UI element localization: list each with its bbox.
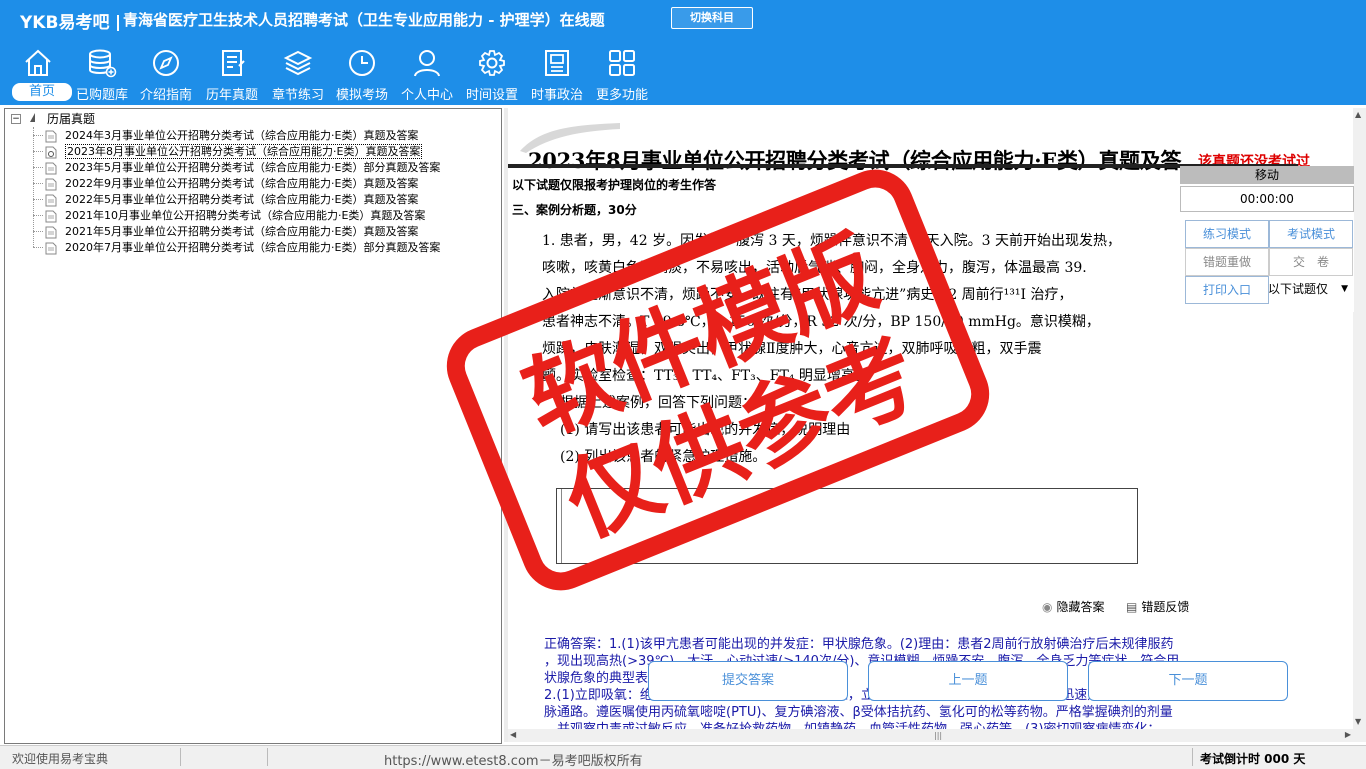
clock-icon: [349, 50, 375, 76]
error-feedback-button[interactable]: ▤ 错题反馈: [1126, 598, 1189, 615]
exam-notice: 以下试题仅限报考护理岗位的考生作答: [512, 178, 717, 192]
question-text: 1. 患者，男，42 岁。因发热、腹泻 3 天，烦躁伴意识不清 1 天入院。3 …: [542, 228, 1228, 471]
vertical-scrollbar[interactable]: ▲ ▼: [1353, 108, 1366, 742]
timer-display: 00:00:00: [1180, 186, 1354, 212]
exam-control-panel: 移动 00:00:00 练习模式 考试模式 错题重做 交 卷 打印入口 以下试题…: [1180, 166, 1354, 312]
next-question-button[interactable]: 下一题: [1088, 661, 1288, 701]
nav-personal[interactable]: 个人中心: [395, 48, 459, 103]
report-icon: ▤: [1126, 600, 1138, 614]
nav-more-label: 更多功能: [595, 88, 648, 103]
tree-collapse-icon[interactable]: −: [11, 114, 21, 124]
question-line: 根据上述案例，回答下列问题：: [560, 395, 756, 411]
app-header: YKB易考吧 青海省医疗卫生技术人员招聘考试（卫生专业应用能力 - 护理学）在线…: [0, 0, 1366, 105]
nav-current-affairs-label: 时事政治: [530, 88, 583, 103]
nav-chapter-practice-label: 章节练习: [271, 88, 324, 103]
tree-root-label: 历届真题: [47, 112, 96, 126]
exam-countdown: 考试倒计时 000 天: [1200, 752, 1306, 766]
answer-line: 正确答案：1.(1)该甲亢患者可能出现的并发症：甲状腺危象。(2)理由：患者2周…: [544, 637, 1174, 652]
document-icon: [45, 242, 57, 254]
nav-time-settings-label: 时间设置: [465, 88, 518, 103]
nav-home[interactable]: 首页: [6, 48, 72, 101]
document-icon: [45, 210, 57, 222]
question-line: 烦躁，皮肤潮湿，双眼突出，甲状腺Ⅱ度肿大，心音亢进，双肺呼吸音粗，双手震: [542, 341, 1042, 357]
nav-guide-label: 介绍指南: [139, 88, 192, 103]
practice-mode-button[interactable]: 练习模式: [1185, 220, 1269, 248]
document-icon: [45, 178, 57, 190]
tree-root-arrow-icon: [30, 113, 35, 122]
document-icon: [45, 130, 57, 142]
prev-question-button[interactable]: 上一题: [868, 661, 1068, 701]
question-line: 颤。实验室检查：TT₃、TT₄、FT₃、FT₄ 明显增高。: [542, 368, 869, 384]
database-icon: [89, 49, 117, 78]
answer-input[interactable]: [556, 488, 1138, 564]
news-icon: [545, 50, 569, 76]
nav-current-affairs[interactable]: 时事政治: [525, 48, 589, 103]
exam-tree-panel[interactable]: − 历届真题 2024年3月事业单位公开招聘分类考试（综合应用能力·E类）真题及…: [4, 108, 502, 744]
move-handle[interactable]: 移动: [1180, 166, 1354, 184]
nav-time-settings[interactable]: 时间设置: [460, 48, 524, 103]
nav-more[interactable]: 更多功能: [590, 48, 654, 103]
switch-subject-button[interactable]: 切换科目: [671, 7, 753, 29]
document-list-icon: [222, 50, 245, 76]
nav-mock-exam-label: 模拟考场: [335, 88, 388, 103]
status-bar: 欢迎使用易考宝典 https://www.etest8.com－易考吧版权所有 …: [0, 745, 1366, 769]
compass-icon: [153, 50, 179, 76]
document-icon: [45, 226, 57, 238]
question-line: 入院前逐渐意识不清，烦躁不安。既往有“甲状腺功能亢进”病史，2 周前行¹³¹I …: [542, 287, 1073, 303]
question-line: (1) 请写出该患者可能出现的并发症，说明理由: [560, 422, 851, 438]
nav-past-exams[interactable]: 历年真题: [200, 48, 264, 103]
nav-home-label: 首页: [12, 83, 72, 101]
horizontal-scrollbar[interactable]: ◀ ||| ▶: [508, 729, 1353, 742]
user-icon: [414, 50, 440, 77]
question-line: (2) 列出该患者的紧急护理措施。: [560, 449, 767, 465]
status-url: https://www.etest8.com－易考吧版权所有: [384, 754, 643, 769]
layers-icon: [283, 50, 313, 76]
app-title: 青海省医疗卫生技术人员招聘考试（卫生专业应用能力 - 护理学）在线题: [123, 11, 605, 29]
tree-item[interactable]: 2024年3月事业单位公开招聘分类考试（综合应用能力·E类）真题及答案: [33, 128, 418, 143]
print-button[interactable]: 打印入口: [1185, 276, 1269, 304]
nav-purchased[interactable]: 已购题库: [70, 48, 134, 103]
eye-icon: ◉: [1042, 600, 1053, 614]
home-icon: [25, 49, 51, 76]
document-icon: [45, 146, 57, 158]
status-welcome: 欢迎使用易考宝典: [12, 752, 109, 766]
tree-item[interactable]: 2020年7月事业单位公开招聘分类考试（综合应用能力·E类）部分真题及答案: [33, 240, 440, 255]
question-line: 咳嗽，咳黄白色黏稠痰，不易咳出，活动后气喘、胸闷，全身乏力，腹泻，体温最高 39…: [542, 260, 1087, 276]
nav-chapter-practice[interactable]: 章节练习: [266, 48, 330, 103]
question-range-select[interactable]: 以下试题仅 ▼: [1268, 276, 1352, 302]
nav-personal-label: 个人中心: [400, 88, 453, 103]
document-icon: [45, 194, 57, 206]
nav-guide[interactable]: 介绍指南: [134, 48, 198, 103]
answer-line: 脉通路。遵医嘱使用丙硫氧嘧啶(PTU)、复方碘溶液、β受体拮抗药、氢化可的松等药…: [544, 705, 1173, 720]
tree-item[interactable]: 2023年8月事业单位公开招聘分类考试（综合应用能力·E类）真题及答案: [33, 144, 423, 159]
tree-item[interactable]: 2021年10月事业单位公开招聘分类考试（综合应用能力·E类）真题及答案: [33, 208, 425, 223]
tree-item[interactable]: 2022年9月事业单位公开招聘分类考试（综合应用能力·E类）真题及答案: [33, 176, 418, 191]
question-line: 患者神志不清。T 39.8℃，P 150 次/分，R 32 次/分，BP 150…: [542, 314, 1100, 330]
dropdown-arrow-icon: ▼: [1341, 284, 1348, 294]
nav-purchased-label: 已购题库: [75, 88, 128, 103]
tree-item[interactable]: 2022年5月事业单位公开招聘分类考试（综合应用能力·E类）真题及答案: [33, 192, 418, 207]
grid-icon: [609, 50, 635, 76]
nav-mock-exam[interactable]: 模拟考场: [330, 48, 394, 103]
submit-paper-button[interactable]: 交 卷: [1269, 248, 1353, 276]
document-icon: [45, 162, 57, 174]
section-heading: 三、案例分析题，30分: [512, 203, 637, 217]
exam-mode-button[interactable]: 考试模式: [1269, 220, 1353, 248]
submit-answer-button[interactable]: 提交答案: [648, 661, 848, 701]
question-line: 1. 患者，男，42 岁。因发热、腹泻 3 天，烦躁伴意识不清 1 天入院。3 …: [542, 233, 1122, 249]
tree-item[interactable]: 2023年5月事业单位公开招聘分类考试（综合应用能力·E类）部分真题及答案: [33, 160, 440, 175]
wrong-redo-button[interactable]: 错题重做: [1185, 248, 1269, 276]
exam-title: 2023年8月事业单位公开招聘分类考试（综合应用能力·E类）真题及答: [528, 148, 1182, 173]
nav-past-exams-label: 历年真题: [205, 88, 258, 103]
gear-icon: [479, 50, 505, 76]
tree-item[interactable]: 2021年5月事业单位公开招聘分类考试（综合应用能力·E类）真题及答案: [33, 224, 418, 239]
hide-answer-button[interactable]: ◉ 隐藏答案: [1042, 598, 1105, 615]
brand-logo: YKB易考吧: [20, 8, 127, 33]
